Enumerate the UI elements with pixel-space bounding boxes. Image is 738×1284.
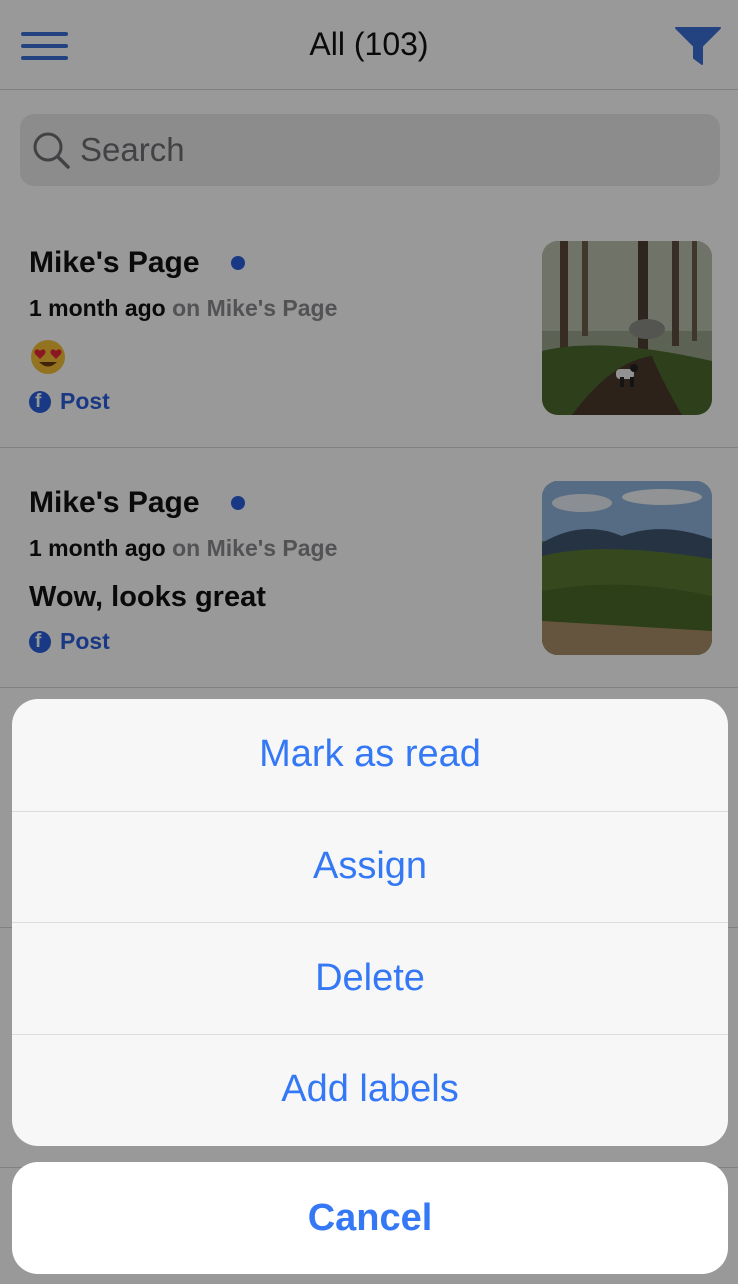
- action-sheet: Mark as read Assign Delete Add labels: [12, 699, 728, 1146]
- cancel-button[interactable]: Cancel: [12, 1162, 728, 1274]
- mark-as-read-button[interactable]: Mark as read: [12, 699, 728, 811]
- add-labels-button[interactable]: Add labels: [12, 1033, 728, 1146]
- delete-button[interactable]: Delete: [12, 922, 728, 1034]
- assign-button[interactable]: Assign: [12, 810, 728, 923]
